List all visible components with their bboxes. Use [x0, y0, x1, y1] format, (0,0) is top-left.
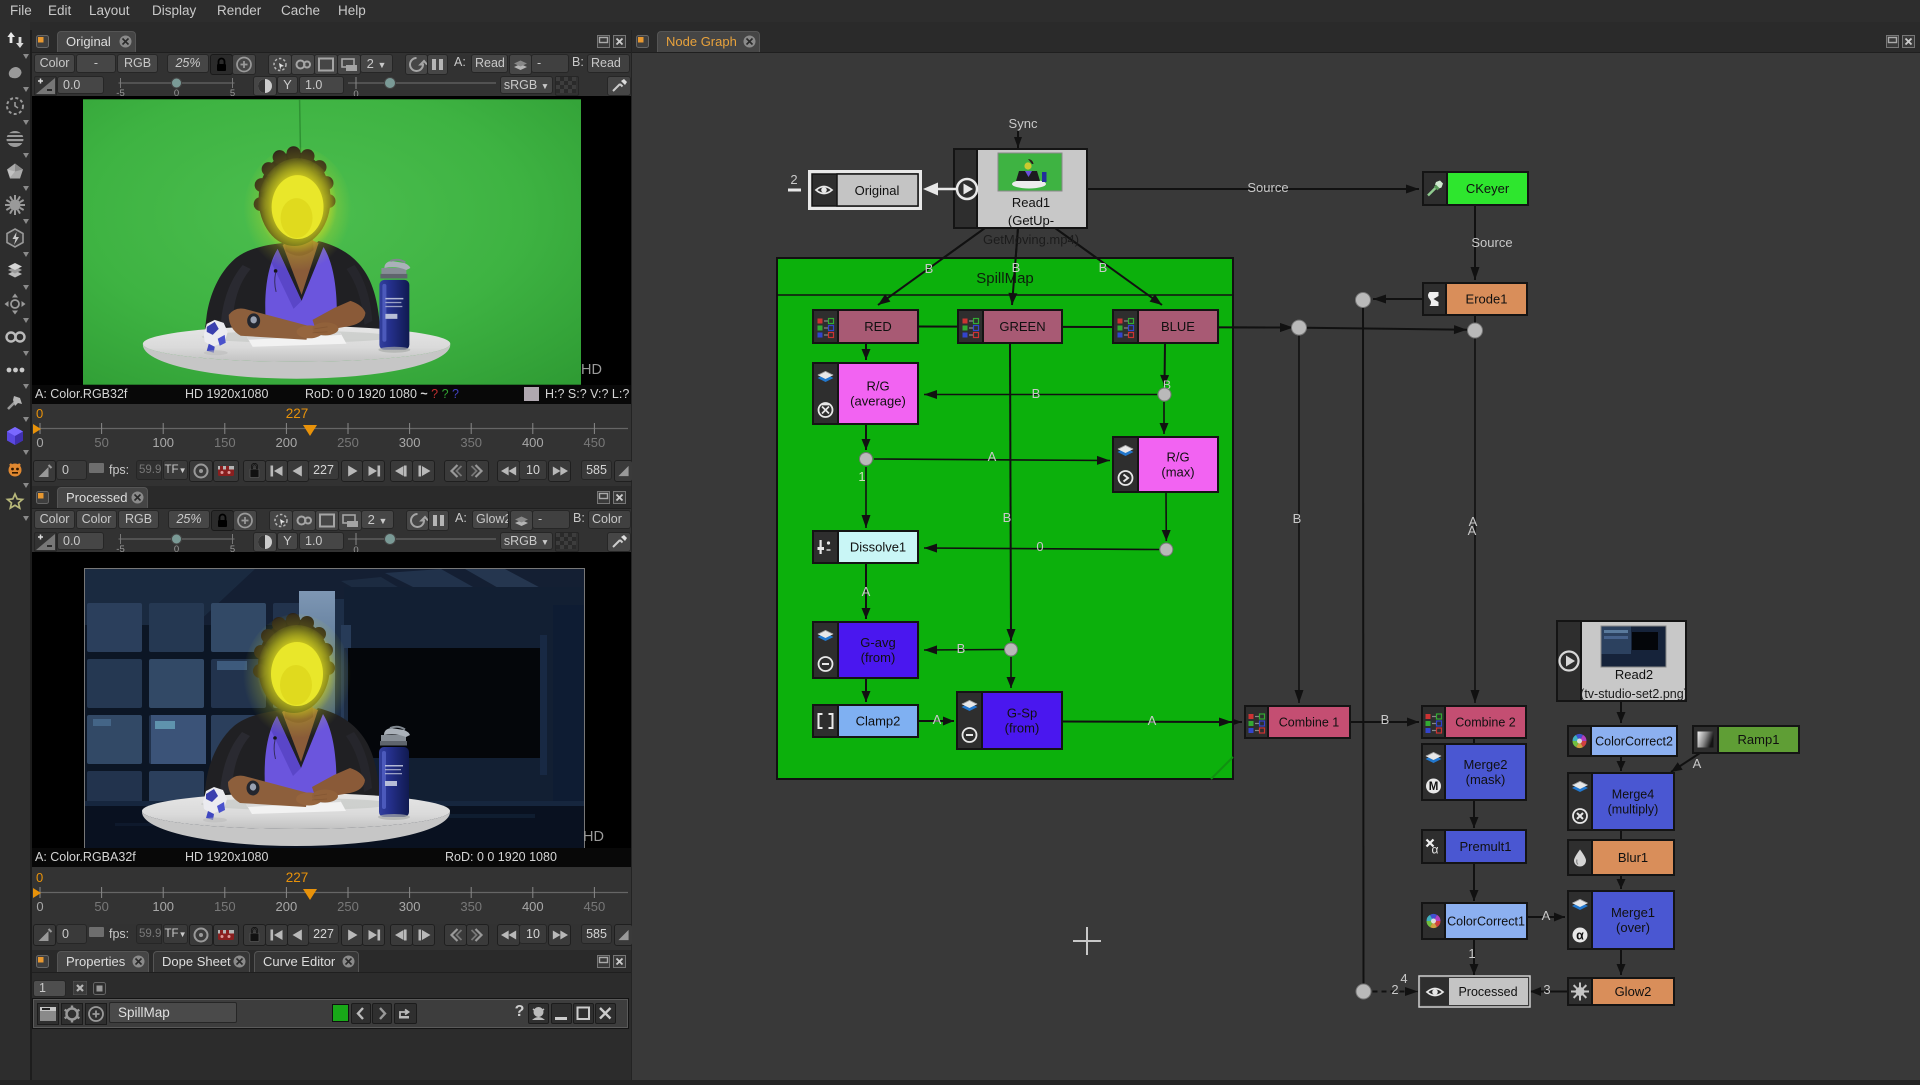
svg-text:A: A	[1468, 523, 1477, 538]
svg-text:400: 400	[522, 435, 544, 450]
svg-text:R/G: R/G	[1166, 450, 1189, 465]
svg-text:RED: RED	[864, 319, 891, 334]
svg-text:Sync: Sync	[1009, 116, 1038, 131]
svg-text:100: 100	[152, 435, 174, 450]
svg-text:0: 0	[36, 870, 43, 885]
svg-text:Clamp2: Clamp2	[856, 714, 901, 729]
svg-text:0: 0	[36, 435, 43, 450]
svg-text:Combine 1: Combine 1	[1279, 716, 1339, 730]
svg-text:G-Sp: G-Sp	[1007, 706, 1037, 721]
svg-text:A: A	[1148, 713, 1157, 728]
svg-text:Ramp1: Ramp1	[1738, 732, 1780, 747]
svg-text:350: 350	[460, 435, 482, 450]
svg-text:450: 450	[584, 435, 606, 450]
svg-text:400: 400	[522, 899, 544, 914]
svg-text:227: 227	[286, 870, 309, 885]
svg-text:Read1: Read1	[1012, 195, 1050, 210]
svg-text:G-avg: G-avg	[860, 635, 895, 650]
svg-text:Blur1: Blur1	[1618, 850, 1648, 865]
svg-text:B: B	[1381, 712, 1390, 727]
svg-text:Merge1: Merge1	[1611, 905, 1655, 920]
svg-text:Processed: Processed	[1458, 985, 1517, 999]
svg-text:α: α	[1432, 843, 1439, 857]
svg-text:Source: Source	[1471, 235, 1512, 250]
svg-text:B: B	[1003, 510, 1012, 525]
svg-text:B: B	[1293, 511, 1302, 526]
svg-text:A: A	[933, 712, 942, 727]
svg-text:2: 2	[1391, 982, 1398, 997]
svg-text:250: 250	[337, 435, 359, 450]
svg-text:B: B	[957, 641, 966, 656]
svg-text:B: B	[1032, 386, 1041, 401]
svg-text:M: M	[1429, 781, 1439, 793]
svg-text:(average): (average)	[850, 394, 906, 409]
svg-text:200: 200	[276, 435, 298, 450]
svg-text:(mask): (mask)	[1466, 772, 1506, 787]
svg-text:Merge2: Merge2	[1463, 757, 1507, 772]
svg-text:300: 300	[399, 435, 421, 450]
svg-text:1: 1	[858, 469, 865, 484]
svg-text:GREEN: GREEN	[999, 319, 1045, 334]
svg-text:(tv-studio-set2.png): (tv-studio-set2.png)	[1580, 687, 1688, 701]
svg-text:4: 4	[1400, 971, 1407, 986]
svg-text:100: 100	[152, 899, 174, 914]
svg-text:50: 50	[94, 899, 108, 914]
svg-text:CKeyer: CKeyer	[1466, 181, 1510, 196]
svg-text:Glow2: Glow2	[1615, 984, 1652, 999]
svg-text:350: 350	[460, 899, 482, 914]
svg-text:Merge4: Merge4	[1612, 788, 1654, 802]
svg-text:(GetUp-: (GetUp-	[1008, 213, 1054, 228]
svg-text:Original: Original	[855, 183, 900, 198]
svg-text:B: B	[1099, 260, 1108, 275]
svg-text:(multiply): (multiply)	[1608, 803, 1659, 817]
svg-text:Source: Source	[1247, 180, 1288, 195]
svg-text:ColorCorrect2: ColorCorrect2	[1595, 735, 1673, 749]
svg-text:A: A	[1542, 908, 1551, 923]
svg-text:B: B	[925, 261, 934, 276]
svg-text:(from): (from)	[1005, 721, 1040, 736]
svg-text:227: 227	[286, 406, 309, 421]
svg-text:450: 450	[584, 899, 606, 914]
svg-text:150: 150	[214, 435, 236, 450]
svg-text:A: A	[988, 449, 997, 464]
svg-text:α: α	[1576, 929, 1584, 943]
svg-text:50: 50	[94, 435, 108, 450]
svg-text:R/G: R/G	[866, 379, 889, 394]
svg-text:0: 0	[36, 899, 43, 914]
svg-text:(max): (max)	[1161, 465, 1194, 480]
svg-text:2: 2	[790, 172, 797, 187]
svg-text:A: A	[1693, 756, 1702, 771]
svg-text:250: 250	[337, 899, 359, 914]
svg-text:Dissolve1: Dissolve1	[850, 540, 906, 555]
svg-text:Combine 2: Combine 2	[1455, 716, 1515, 730]
svg-text:SpillMap: SpillMap	[976, 270, 1034, 287]
svg-text:300: 300	[399, 899, 421, 914]
svg-text:200: 200	[276, 899, 298, 914]
svg-text:B: B	[1012, 260, 1021, 275]
svg-text:Erode1: Erode1	[1466, 292, 1508, 307]
svg-text:GetMoving.mp4): GetMoving.mp4)	[983, 232, 1079, 247]
svg-text:150: 150	[214, 899, 236, 914]
svg-text:(from): (from)	[861, 650, 896, 665]
svg-text:A: A	[862, 584, 871, 599]
svg-text:Premult1: Premult1	[1459, 839, 1511, 854]
svg-text:ColorCorrect1: ColorCorrect1	[1447, 915, 1525, 929]
svg-text:3: 3	[1543, 982, 1550, 997]
svg-text:BLUE: BLUE	[1161, 319, 1195, 334]
svg-text:0: 0	[36, 406, 43, 421]
svg-text:1: 1	[1468, 946, 1475, 961]
svg-text:0: 0	[1036, 539, 1043, 554]
svg-text:(over): (over)	[1616, 920, 1650, 935]
svg-text:Read2: Read2	[1615, 667, 1653, 682]
